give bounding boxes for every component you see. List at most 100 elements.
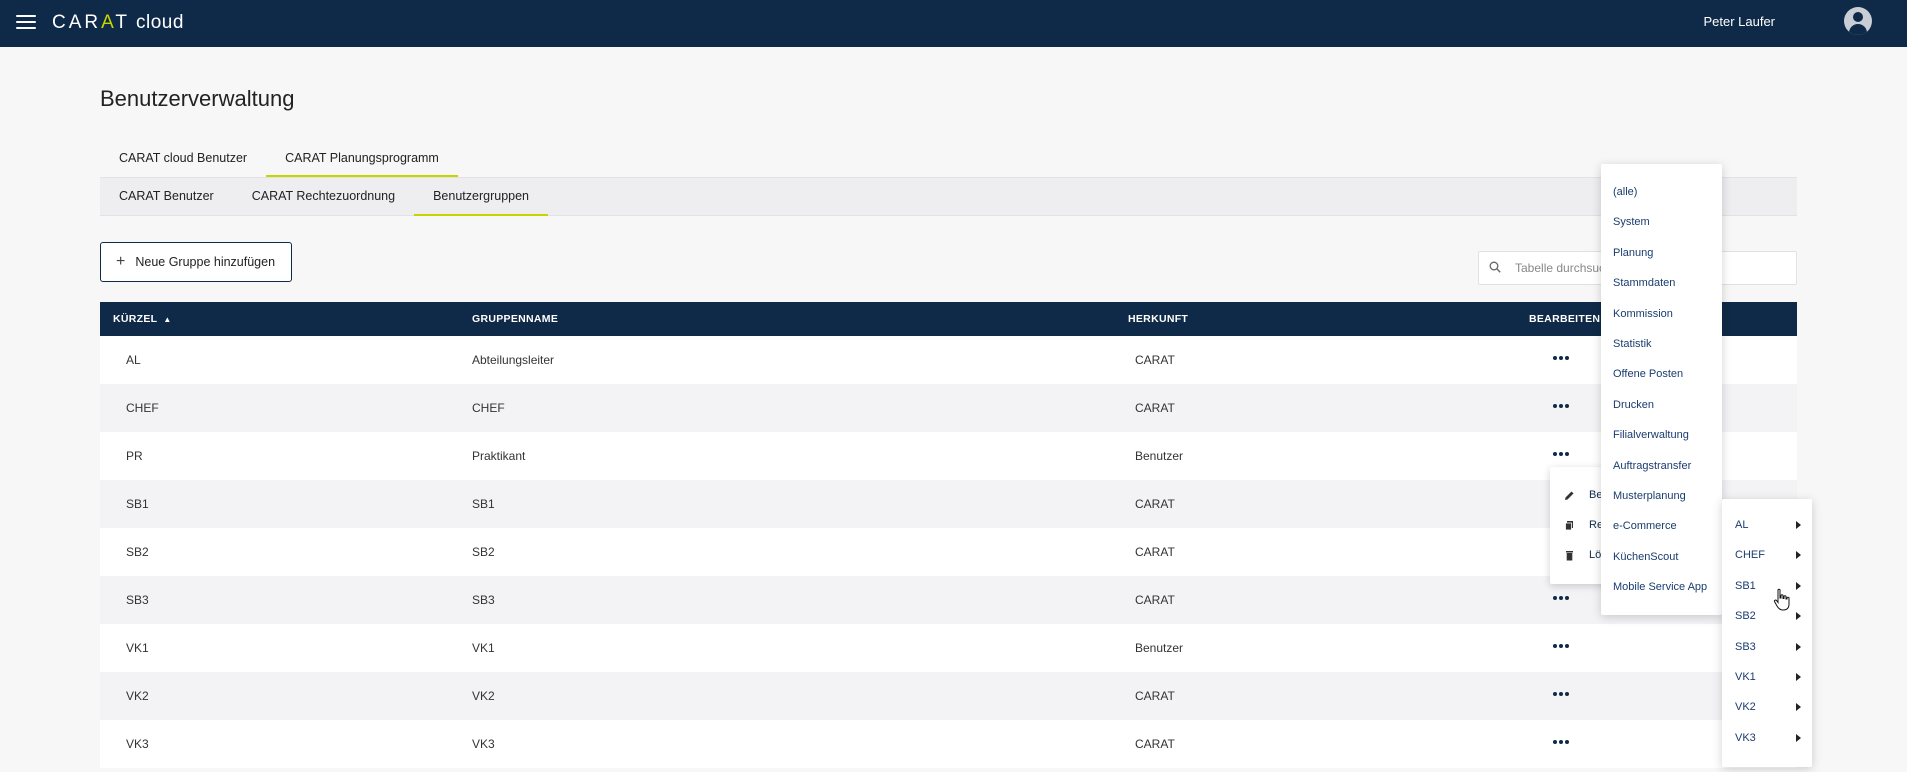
cell-gruppenname: VK3 (472, 737, 495, 751)
tab-carat-rechtezuordnung[interactable]: CARAT Rechtezuordnung (233, 178, 414, 216)
category-item[interactable]: e-Commerce (1613, 520, 1677, 532)
category-item[interactable]: System (1613, 216, 1650, 228)
cell-gruppenname: CHEF (472, 401, 505, 415)
more-actions-icon[interactable] (1553, 452, 1569, 456)
tab-carat-planungsprogramm[interactable]: CARAT Planungsprogramm (266, 142, 458, 177)
caret-right-icon (1796, 612, 1801, 621)
more-actions-icon[interactable] (1553, 644, 1569, 648)
search-icon (1489, 261, 1501, 273)
cell-herkunft: Benutzer (1135, 641, 1184, 655)
group-submenu-item[interactable]: SB1 (1735, 580, 1801, 592)
add-group-button[interactable]: + Neue Gruppe hinzufügen (100, 242, 292, 282)
cell-herkunft: CARAT (1135, 497, 1175, 511)
plus-icon: + (116, 253, 126, 270)
caret-right-icon (1796, 521, 1801, 529)
group-submenu-item[interactable]: VK2 (1735, 701, 1801, 713)
group-submenu-item[interactable]: SB3 (1735, 641, 1801, 653)
cell-gruppenname: SB1 (472, 497, 495, 511)
cell-gruppenname: VK1 (472, 641, 495, 655)
table-row[interactable]: SB1 SB1 CARAT (100, 480, 1797, 528)
context-item-copy[interactable]: Re (1564, 519, 1603, 531)
caret-right-icon (1796, 581, 1801, 590)
table-row[interactable]: PR Praktikant Benutzer (100, 432, 1797, 480)
category-item[interactable]: Offene Posten (1613, 368, 1683, 380)
column-gruppenname[interactable]: GRUPPENNAME (472, 313, 558, 325)
cell-gruppenname: Abteilungsleiter (472, 353, 555, 367)
cell-herkunft: Benutzer (1135, 449, 1184, 463)
caret-right-icon (1796, 703, 1801, 712)
top-bar: CARAT cloud Peter Laufer (0, 0, 1907, 47)
context-item-delete[interactable]: Lö (1564, 549, 1601, 561)
table-header: KÜRZEL ▲ GRUPPENNAME HERKUNFT BEARBEITEN (100, 302, 1797, 336)
user-avatar-icon[interactable] (1844, 7, 1872, 35)
user-name[interactable]: Peter Laufer (1703, 14, 1775, 29)
category-item[interactable]: Mobile Service App (1613, 581, 1707, 593)
cell-kuerzel: AL (126, 353, 141, 367)
category-item[interactable]: (alle) (1613, 186, 1637, 198)
page-title: Benutzerverwaltung (100, 86, 295, 111)
caret-right-icon (1796, 673, 1801, 681)
cell-herkunft: CARAT (1135, 401, 1175, 415)
tab-benutzergruppen[interactable]: Benutzergruppen (414, 178, 548, 216)
context-item-edit[interactable]: Be (1564, 489, 1602, 501)
cell-kuerzel: SB1 (126, 497, 149, 511)
table-row[interactable]: VK2 VK2 CARAT (100, 672, 1797, 720)
pencil-icon (1565, 491, 1574, 500)
cell-herkunft: CARAT (1135, 593, 1175, 607)
group-submenu-item[interactable]: VK1 (1735, 671, 1801, 683)
table-row[interactable]: SB2 SB2 CARAT (100, 528, 1797, 576)
category-item[interactable]: Auftragstransfer (1613, 460, 1691, 472)
logo[interactable]: CARAT cloud (52, 12, 184, 34)
group-submenu-item[interactable]: CHEF (1735, 549, 1801, 561)
cell-kuerzel: PR (126, 449, 143, 463)
cell-gruppenname: SB3 (472, 593, 495, 607)
category-item[interactable]: Planung (1613, 247, 1653, 259)
category-menu: (alle) System Planung Stammdaten Kommission S… (1601, 164, 1722, 615)
cell-kuerzel: VK3 (126, 737, 149, 751)
sort-ascending-icon: ▲ (163, 315, 172, 324)
caret-right-icon (1796, 551, 1801, 560)
more-actions-icon[interactable] (1553, 404, 1569, 408)
cell-kuerzel: SB2 (126, 545, 149, 559)
table-row[interactable]: VK1 VK1 Benutzer (100, 624, 1797, 672)
more-actions-icon[interactable] (1553, 740, 1569, 744)
cell-herkunft: CARAT (1135, 353, 1175, 367)
category-item[interactable]: Statistik (1613, 338, 1652, 350)
cell-gruppenname: SB2 (472, 545, 495, 559)
table-row[interactable]: SB3 SB3 CARAT (100, 576, 1797, 624)
table-row[interactable]: AL Abteilungsleiter CARAT (100, 336, 1797, 384)
category-item[interactable]: Musterplanung (1613, 490, 1686, 502)
cell-kuerzel: SB3 (126, 593, 149, 607)
table-row[interactable]: VK3 VK3 CARAT (100, 720, 1797, 768)
more-actions-icon[interactable] (1553, 692, 1569, 696)
trash-icon (1566, 550, 1573, 560)
category-item[interactable]: KüchenScout (1613, 551, 1678, 563)
more-actions-icon[interactable] (1553, 596, 1569, 600)
tab-carat-benutzer[interactable]: CARAT Benutzer (100, 178, 233, 216)
table-body: AL Abteilungsleiter CARAT CHEF CHEF CARAT PR Pr… (100, 336, 1797, 768)
category-item[interactable]: Kommission (1613, 308, 1673, 320)
group-submenu-item[interactable]: VK3 (1735, 732, 1801, 744)
hand-cursor-icon (1773, 588, 1790, 611)
table-row[interactable]: CHEF CHEF CARAT (100, 384, 1797, 432)
main-tabs: CARAT cloud Benutzer CARAT Planungsprogr… (100, 142, 458, 177)
tab-carat-cloud-benutzer[interactable]: CARAT cloud Benutzer (100, 142, 266, 177)
category-item[interactable]: Stammdaten (1613, 277, 1675, 289)
cell-gruppenname: Praktikant (472, 449, 526, 463)
copy-icon (1565, 520, 1573, 530)
hamburger-menu-icon[interactable] (16, 12, 36, 32)
group-submenu: AL CHEF SB1 SB2 SB3 VK1 VK2 VK3 (1722, 499, 1812, 767)
sub-tabs: CARAT Benutzer CARAT Rechtezuordnung Ben… (100, 177, 1797, 216)
cell-kuerzel: CHEF (126, 401, 159, 415)
group-submenu-item[interactable]: SB2 (1735, 610, 1801, 622)
group-submenu-item[interactable]: AL (1735, 519, 1801, 531)
category-item[interactable]: Drucken (1613, 399, 1654, 411)
cell-kuerzel: VK1 (126, 641, 149, 655)
category-item[interactable]: Filialverwaltung (1613, 429, 1689, 441)
column-herkunft[interactable]: HERKUNFT (1128, 313, 1188, 325)
more-actions-icon[interactable] (1553, 356, 1569, 360)
column-bearbeiten: BEARBEITEN (1529, 313, 1601, 325)
add-group-label: Neue Gruppe hinzufügen (135, 255, 276, 269)
column-kuerzel[interactable]: KÜRZEL ▲ (113, 313, 172, 325)
groups-table: KÜRZEL ▲ GRUPPENNAME HERKUNFT BEARBEITEN … (100, 302, 1797, 768)
